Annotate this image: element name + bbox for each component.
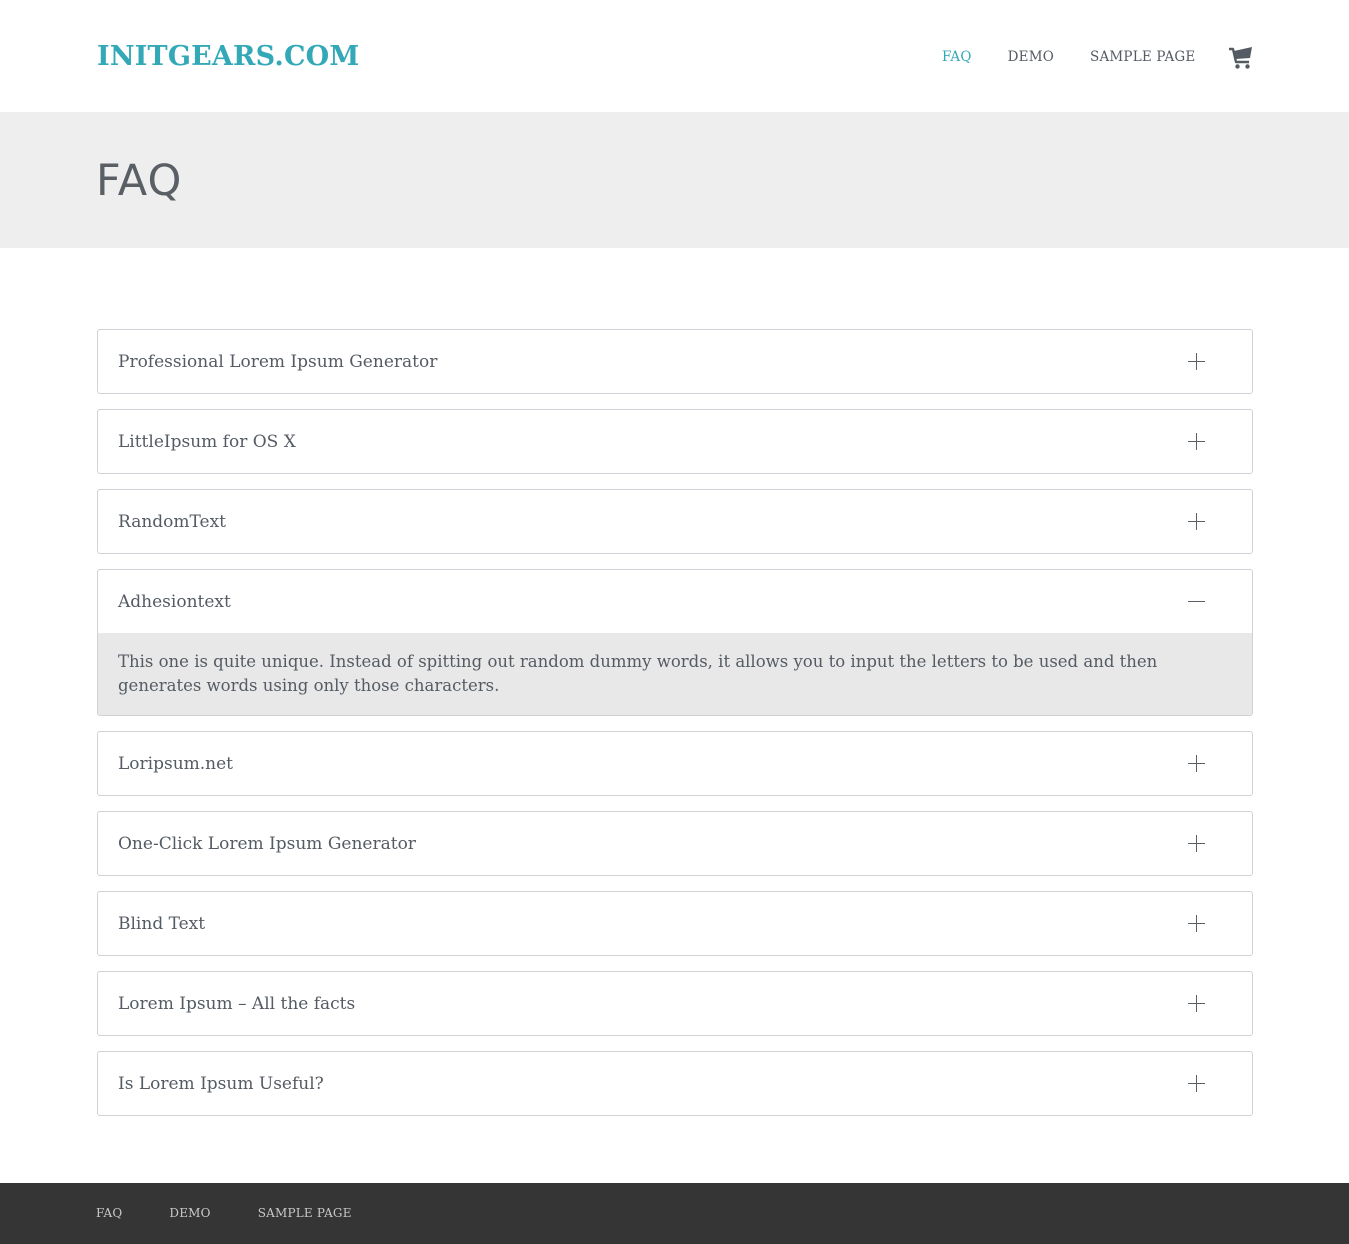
- faq-question-toggle[interactable]: Is Lorem Ipsum Useful?: [98, 1052, 1252, 1115]
- faq-item: LittleIpsum for OS X: [97, 409, 1253, 474]
- faq-question-toggle[interactable]: LittleIpsum for OS X: [98, 410, 1252, 473]
- faq-question: Adhesiontext: [118, 591, 231, 612]
- faq-question: Blind Text: [118, 913, 206, 934]
- plus-icon[interactable]: [1188, 834, 1206, 853]
- footer-nav: FAQ DEMO SAMPLE PAGE: [96, 1206, 399, 1220]
- faq-item: Loripsum.net: [97, 731, 1253, 796]
- main-nav: FAQ DEMO SAMPLE PAGE: [942, 47, 1231, 67]
- site-footer: FAQ DEMO SAMPLE PAGE: [0, 1183, 1349, 1244]
- minus-icon[interactable]: [1188, 593, 1206, 611]
- nav-item-faq[interactable]: FAQ: [942, 47, 972, 67]
- faq-question: Loripsum.net: [118, 753, 234, 774]
- plus-icon[interactable]: [1188, 432, 1206, 451]
- plus-icon[interactable]: [1188, 754, 1206, 773]
- faq-question-toggle[interactable]: Adhesiontext: [98, 570, 1252, 633]
- shopping-cart-icon[interactable]: [1226, 43, 1254, 71]
- page-title-banner: FAQ: [0, 112, 1349, 248]
- faq-question-toggle[interactable]: One-Click Lorem Ipsum Generator: [98, 812, 1252, 875]
- footer-link-faq[interactable]: FAQ: [96, 1206, 122, 1220]
- site-logo[interactable]: INITGEARS.COM: [97, 38, 360, 76]
- faq-question: Lorem Ipsum – All the facts: [118, 993, 356, 1014]
- faq-question: RandomText: [118, 511, 227, 532]
- faq-question: Professional Lorem Ipsum Generator: [118, 351, 438, 372]
- faq-accordion: Professional Lorem Ipsum Generator Littl…: [97, 329, 1253, 1131]
- faq-question-toggle[interactable]: Blind Text: [98, 892, 1252, 955]
- plus-icon[interactable]: [1188, 352, 1206, 371]
- faq-question: One-Click Lorem Ipsum Generator: [118, 833, 416, 854]
- faq-item: One-Click Lorem Ipsum Generator: [97, 811, 1253, 876]
- plus-icon[interactable]: [1188, 994, 1206, 1013]
- faq-item: Professional Lorem Ipsum Generator: [97, 329, 1253, 394]
- faq-item-expanded: Adhesiontext This one is quite unique. I…: [97, 569, 1253, 716]
- plus-icon[interactable]: [1188, 1074, 1206, 1093]
- plus-icon[interactable]: [1188, 512, 1206, 531]
- plus-icon[interactable]: [1188, 914, 1206, 933]
- faq-question-toggle[interactable]: Loripsum.net: [98, 732, 1252, 795]
- footer-link-demo[interactable]: DEMO: [169, 1206, 210, 1220]
- faq-question-toggle[interactable]: Lorem Ipsum – All the facts: [98, 972, 1252, 1035]
- faq-item: Lorem Ipsum – All the facts: [97, 971, 1253, 1036]
- faq-item: RandomText: [97, 489, 1253, 554]
- faq-answer: This one is quite unique. Instead of spi…: [98, 633, 1252, 715]
- faq-item: Blind Text: [97, 891, 1253, 956]
- site-header: INITGEARS.COM FAQ DEMO SAMPLE PAGE: [0, 0, 1349, 112]
- page-title: FAQ: [96, 156, 183, 206]
- faq-question: Is Lorem Ipsum Useful?: [118, 1073, 324, 1094]
- faq-item: Is Lorem Ipsum Useful?: [97, 1051, 1253, 1116]
- faq-question-toggle[interactable]: Professional Lorem Ipsum Generator: [98, 330, 1252, 393]
- nav-item-sample-page[interactable]: SAMPLE PAGE: [1090, 47, 1195, 67]
- faq-question: LittleIpsum for OS X: [118, 431, 296, 452]
- faq-question-toggle[interactable]: RandomText: [98, 490, 1252, 553]
- footer-link-sample-page[interactable]: SAMPLE PAGE: [258, 1206, 352, 1220]
- nav-item-demo[interactable]: DEMO: [1008, 47, 1054, 67]
